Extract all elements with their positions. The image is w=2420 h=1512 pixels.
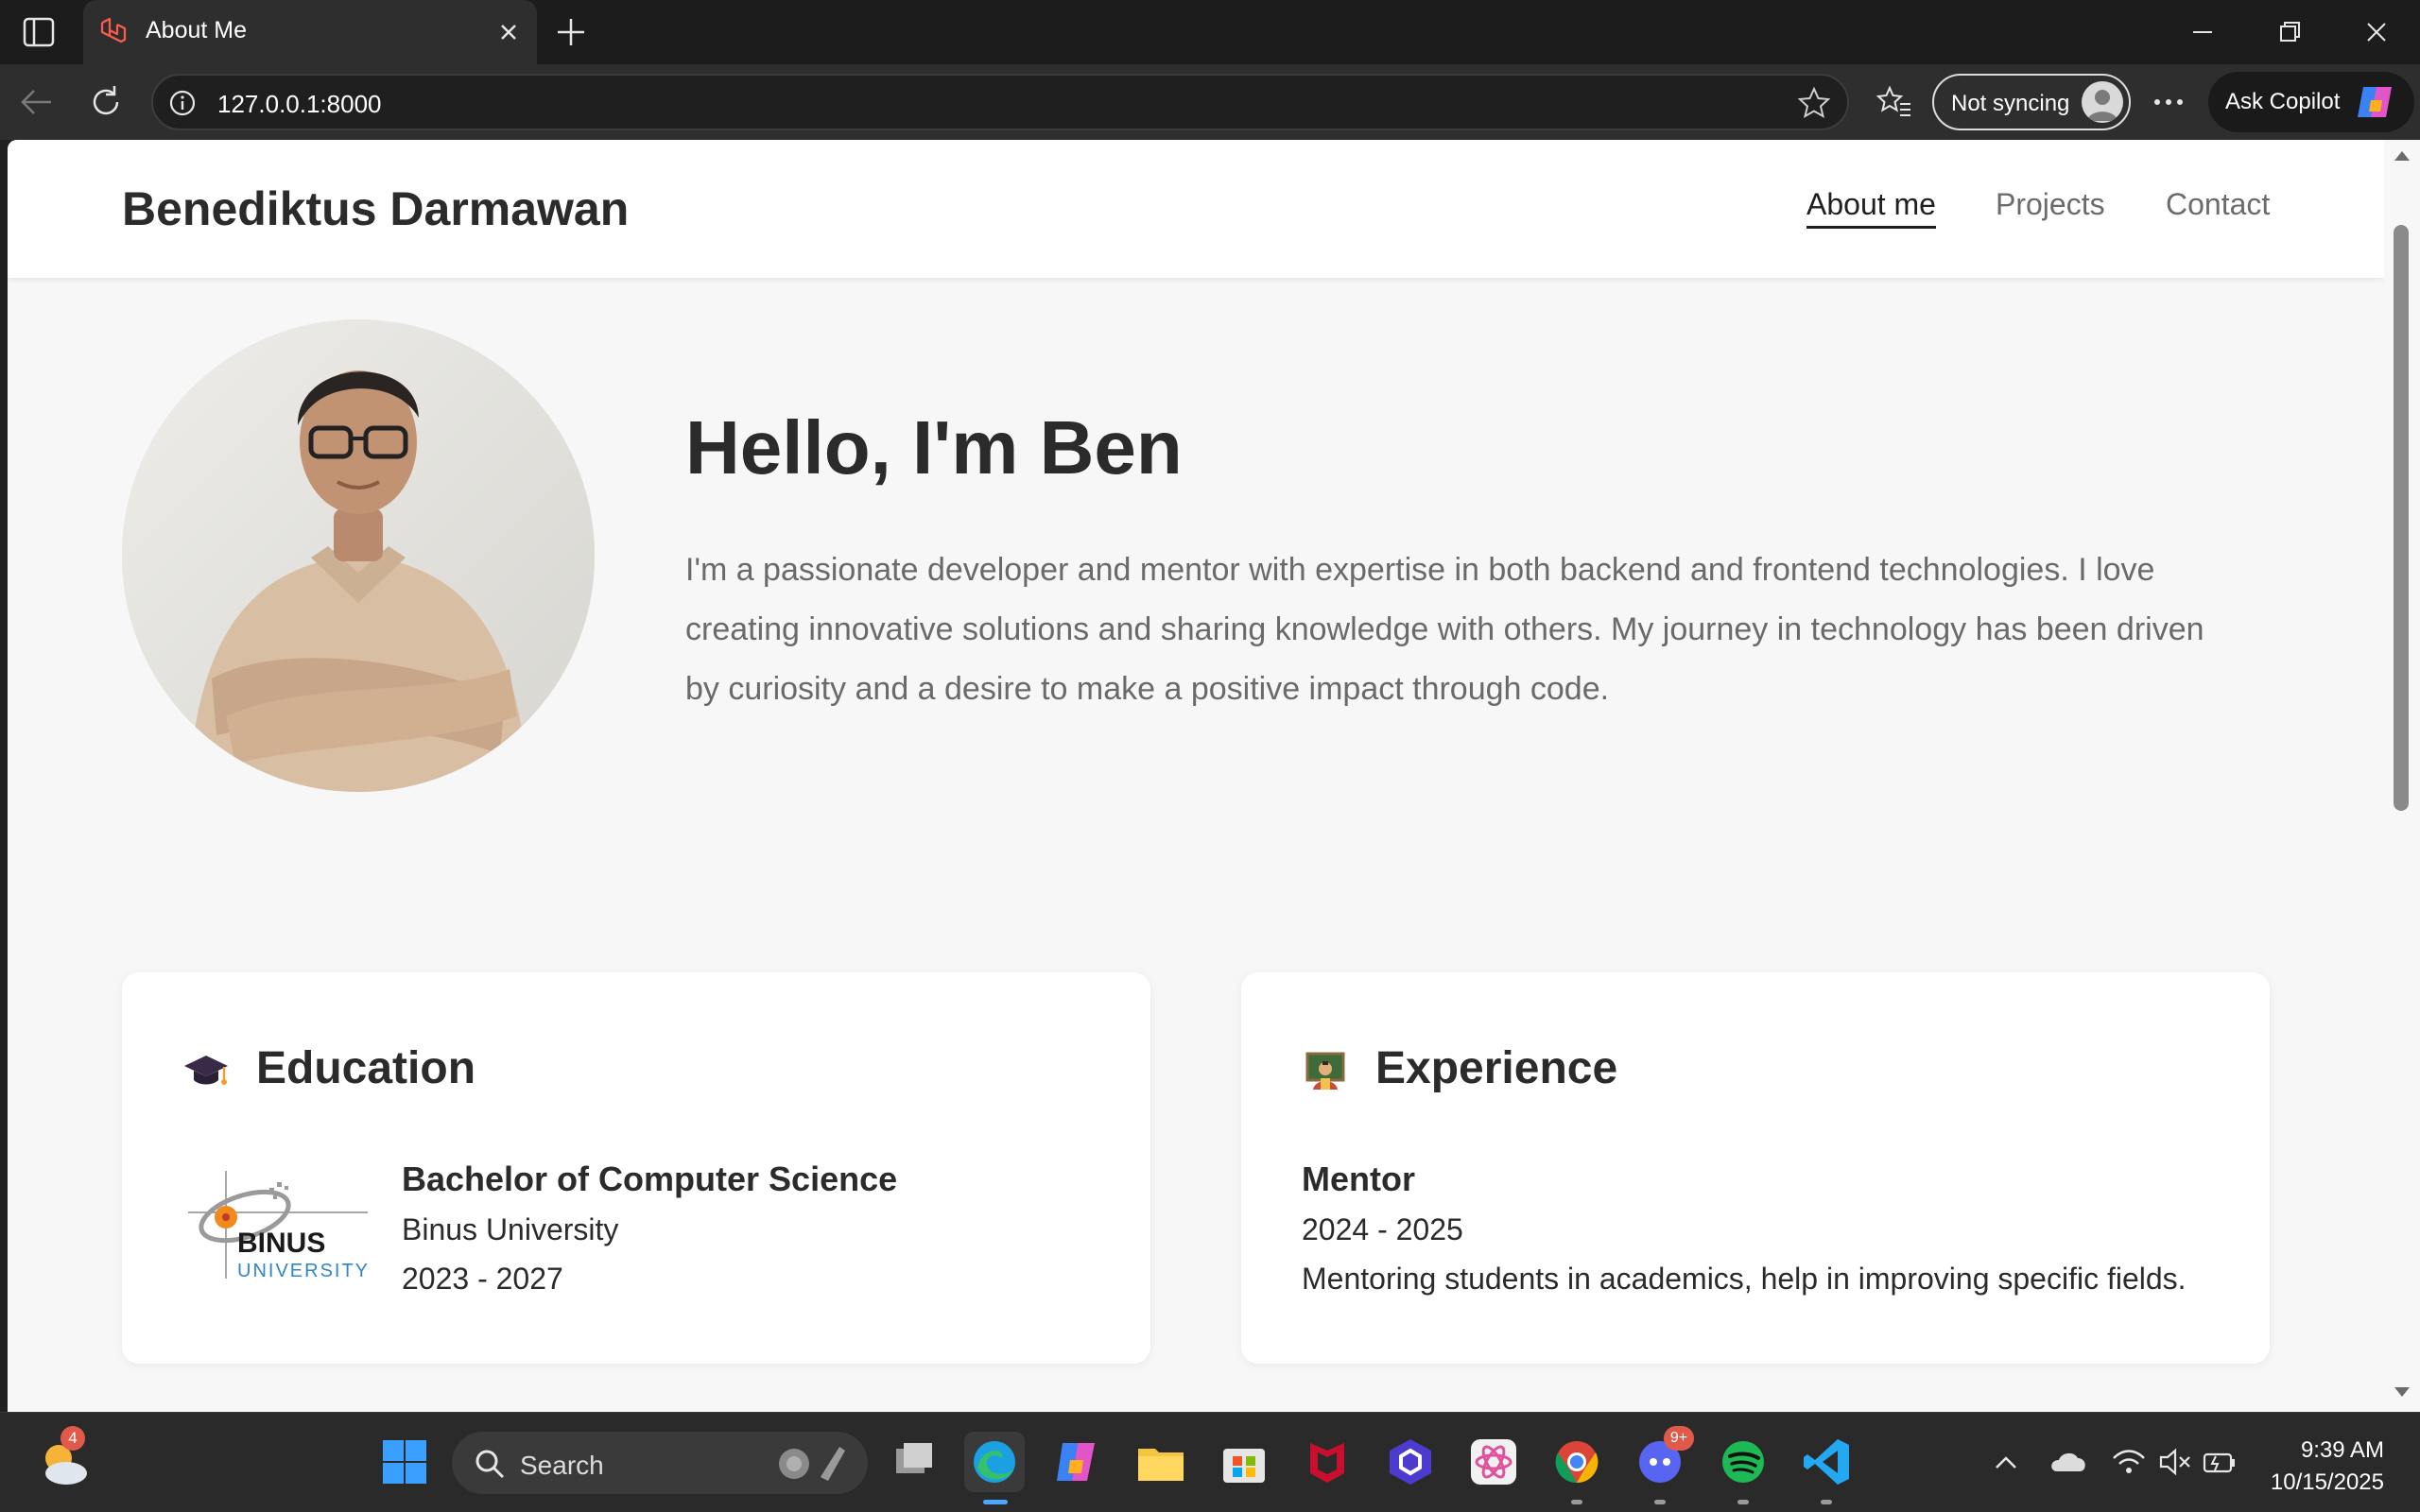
chevron-up-icon[interactable] xyxy=(1991,1447,2021,1477)
running-indicator xyxy=(1821,1500,1832,1504)
windows-start-icon[interactable] xyxy=(374,1432,435,1492)
hero-title: Hello, I'm Ben xyxy=(685,405,1183,490)
hero-line: by curiosity and a desire to make a posi… xyxy=(685,671,1610,707)
hero-description: I'm a passionate developer and mentor wi… xyxy=(685,541,2292,719)
edge-taskbar-button[interactable] xyxy=(964,1432,1025,1492)
scroll-up-icon[interactable] xyxy=(2394,149,2411,163)
experience-description: Mentoring students in academics, help in… xyxy=(1302,1262,2187,1296)
nav-projects[interactable]: Projects xyxy=(1996,187,2105,222)
browser-toolbar: 127.0.0.1:8000 Not syncing Ask Copilot xyxy=(0,64,2420,140)
hero-line: I'm a passionate developer and mentor wi… xyxy=(685,552,2155,588)
sidebar-toggle-icon[interactable] xyxy=(21,15,57,49)
education-card: Education BINUS UNIVERSITY Bachelor of C… xyxy=(122,972,1150,1364)
tab-title: About Me xyxy=(146,17,248,43)
favorites-icon[interactable] xyxy=(1876,83,1913,121)
running-indicator xyxy=(1571,1500,1582,1504)
microsoft-store-icon[interactable] xyxy=(1214,1432,1274,1492)
task-view-icon[interactable] xyxy=(885,1432,945,1492)
chrome-icon[interactable] xyxy=(1547,1432,1607,1492)
volume-muted-icon[interactable] xyxy=(2155,1445,2193,1479)
url-text: 127.0.0.1:8000 xyxy=(217,90,382,118)
site-brand[interactable]: Benediktus Darmawan xyxy=(122,181,629,236)
close-tab-icon[interactable] xyxy=(493,17,524,47)
discord-badge: 9+ xyxy=(1664,1426,1694,1451)
education-title: Education xyxy=(256,1043,476,1093)
nav-contact[interactable]: Contact xyxy=(2166,187,2270,222)
search-highlight-icon xyxy=(779,1447,845,1481)
vscode-icon[interactable] xyxy=(1796,1432,1857,1492)
hero-line: creating innovative solutions and sharin… xyxy=(685,611,2204,647)
copilot-label: Ask Copilot xyxy=(2225,89,2341,114)
profile-avatar-icon xyxy=(2082,81,2123,123)
restore-icon[interactable] xyxy=(2271,13,2308,51)
logo-university-text: UNIVERSITY xyxy=(237,1261,370,1281)
browser-title-bar: About Me xyxy=(0,0,2420,64)
file-explorer-icon[interactable] xyxy=(1131,1432,1191,1492)
new-tab-icon[interactable] xyxy=(552,13,590,51)
discord-taskbar-button[interactable]: 9+ xyxy=(1630,1426,1694,1492)
scroll-down-icon[interactable] xyxy=(2394,1385,2411,1399)
search-icon xyxy=(475,1450,505,1479)
site-header: Benediktus Darmawan About me Projects Co… xyxy=(8,140,2384,278)
laravel-icon xyxy=(100,17,127,43)
education-school: Binus University xyxy=(402,1212,619,1246)
search-placeholder: Search xyxy=(520,1451,604,1480)
refresh-icon[interactable] xyxy=(87,81,125,123)
profile-photo xyxy=(122,319,595,792)
running-indicator xyxy=(1737,1500,1749,1504)
more-menu-icon[interactable] xyxy=(2150,87,2187,117)
weather-badge: 4 xyxy=(60,1426,85,1451)
experience-title: Experience xyxy=(1375,1043,1618,1093)
experience-years: 2024 - 2025 xyxy=(1302,1212,1463,1246)
favorite-star-icon[interactable] xyxy=(1796,85,1832,121)
profile-sync-button[interactable]: Not syncing xyxy=(1932,74,2131,130)
edge-icon xyxy=(974,1441,1015,1483)
close-window-icon[interactable] xyxy=(2358,13,2395,51)
graduation-cap-icon xyxy=(184,1056,228,1085)
windows-taskbar: 4 Search 9+ 9:39 AM 10/15/2025 xyxy=(0,1412,2420,1512)
clock-time[interactable]: 9:39 AM xyxy=(2301,1437,2384,1464)
battery-charging-icon[interactable] xyxy=(2201,1445,2238,1479)
binus-university-logo: BINUS UNIVERSITY xyxy=(179,1165,373,1286)
scrollbar-thumb[interactable] xyxy=(2394,225,2409,811)
active-indicator xyxy=(983,1500,1008,1504)
address-bar[interactable]: 127.0.0.1:8000 xyxy=(151,74,1849,130)
browser-tab[interactable]: About Me xyxy=(83,0,537,64)
mcafee-icon[interactable] xyxy=(1297,1432,1357,1492)
logo-binus-text: BINUS xyxy=(237,1228,325,1259)
spotify-icon[interactable] xyxy=(1713,1432,1773,1492)
education-degree: Bachelor of Computer Science xyxy=(402,1160,898,1198)
teacher-icon xyxy=(1305,1052,1345,1090)
page-scrollbar[interactable] xyxy=(2384,140,2420,1412)
onedrive-icon[interactable] xyxy=(2048,1445,2089,1479)
clock-date[interactable]: 10/15/2025 xyxy=(2271,1469,2384,1496)
nav-about-me[interactable]: About me xyxy=(1806,187,1936,229)
back-icon[interactable] xyxy=(17,83,57,121)
react-app-icon[interactable] xyxy=(1463,1432,1524,1492)
copilot-icon xyxy=(2358,87,2392,117)
minimize-icon[interactable] xyxy=(2184,13,2221,51)
site-info-icon[interactable] xyxy=(166,87,199,119)
sync-label: Not syncing xyxy=(1951,91,2070,116)
running-indicator xyxy=(1654,1500,1666,1504)
weather-widget[interactable]: 4 xyxy=(34,1426,95,1492)
wifi-icon[interactable] xyxy=(2110,1445,2148,1479)
experience-card: Experience Mentor 2024 - 2025 Mentoring … xyxy=(1241,972,2270,1364)
ask-copilot-button[interactable]: Ask Copilot xyxy=(2208,72,2414,132)
education-years: 2023 - 2027 xyxy=(402,1262,563,1296)
page-viewport: Benediktus Darmawan About me Projects Co… xyxy=(8,140,2384,1412)
vpn-shield-icon[interactable] xyxy=(1380,1432,1441,1492)
copilot-app-icon[interactable] xyxy=(1047,1432,1108,1492)
taskbar-search[interactable]: Search xyxy=(452,1432,868,1494)
experience-role: Mentor xyxy=(1302,1160,1415,1198)
